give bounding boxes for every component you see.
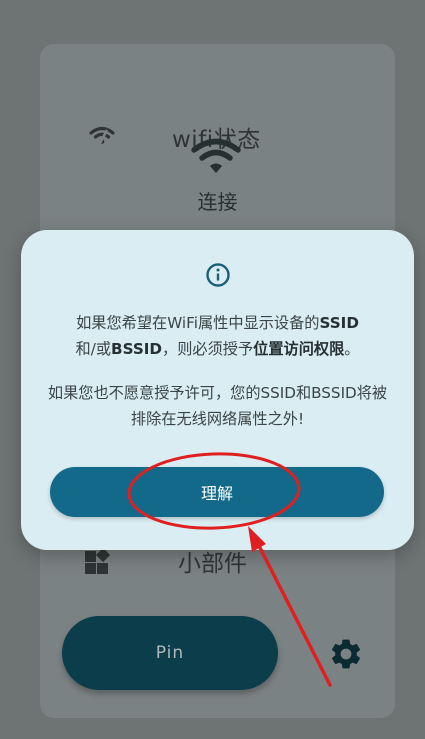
dialog-message-location: 如果您希望在WiFi属性中显示设备的SSID 和/或BSSID，则必须授予位置访…: [41, 310, 394, 362]
message-text: 如果您希望在WiFi属性中显示设备的: [76, 314, 320, 332]
ssid-text: SSID: [319, 314, 359, 332]
permission-dialog: 如果您希望在WiFi属性中显示设备的SSID 和/或BSSID，则必须授予位置访…: [21, 230, 414, 550]
info-icon: [206, 263, 230, 287]
pin-button[interactable]: Pin: [62, 616, 278, 690]
message-text: ，则必须授予: [162, 340, 254, 358]
message-text: 和/或: [75, 340, 112, 358]
understand-button[interactable]: 理解: [50, 467, 384, 517]
permission-text: 位置访问权限: [253, 340, 345, 358]
wifi-icon: [89, 126, 115, 148]
bssid-text: BSSID: [111, 340, 163, 358]
connection-status: 连接: [197, 190, 238, 214]
gear-icon[interactable]: [328, 636, 364, 672]
dialog-message-exclusion: 如果您也不愿意授予许可，您的SSID和BSSID将被排除在无线网络属性之外!: [47, 384, 388, 428]
widgets-icon: [85, 550, 110, 574]
widget-row: 小部件: [40, 544, 395, 584]
message-text: 。: [344, 340, 360, 358]
wifi-icon: [191, 138, 241, 173]
